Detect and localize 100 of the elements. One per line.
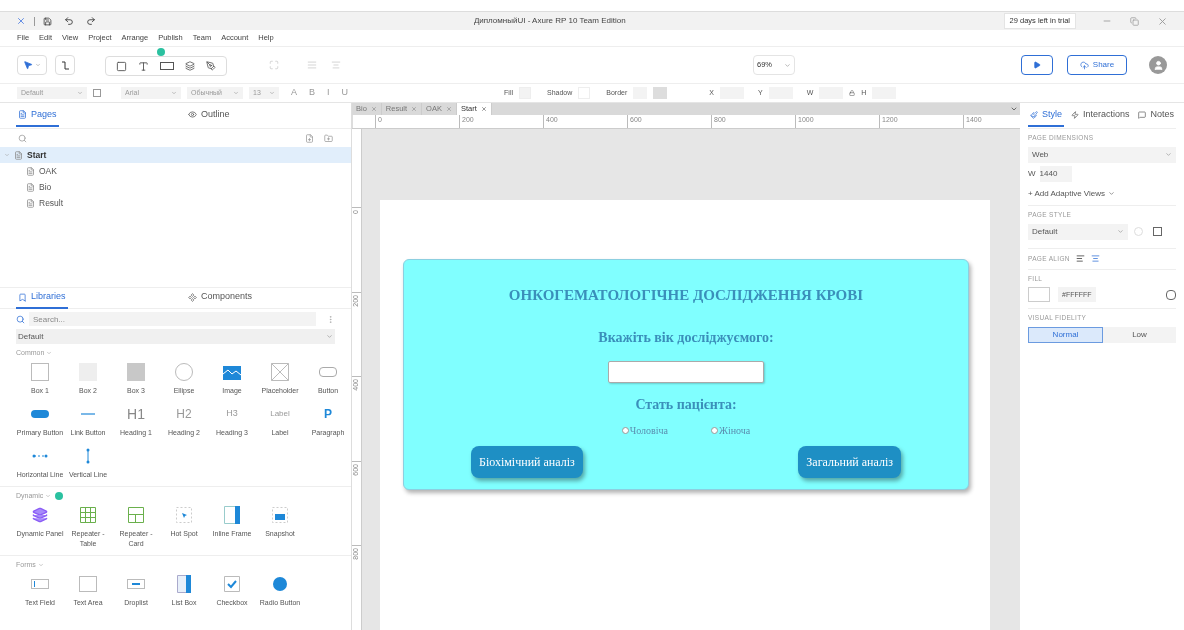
page-icon xyxy=(26,182,35,192)
add-adaptive-views-link[interactable]: + Add Adaptive Views xyxy=(1028,187,1176,200)
line-icon xyxy=(32,454,48,458)
caret-icon[interactable] xyxy=(326,333,333,340)
align-icon[interactable] xyxy=(307,60,317,70)
sex-prompt: Стать пацієнта: xyxy=(635,395,737,414)
hotspot-icon xyxy=(176,507,192,523)
color-swatch[interactable] xyxy=(1028,287,1050,303)
rectangle-icon[interactable] xyxy=(115,60,127,72)
w-label: W xyxy=(1028,167,1036,180)
border-swatch[interactable] xyxy=(653,87,668,99)
panel-tab[interactable]: Style xyxy=(1028,104,1064,127)
frame-icon xyxy=(224,506,240,524)
text-area-icon xyxy=(79,576,97,592)
box-icon xyxy=(31,363,49,381)
page-item[interactable]: Bio xyxy=(0,179,351,195)
button-icon xyxy=(319,367,337,377)
align-left-icon[interactable] xyxy=(1075,254,1085,263)
style-button[interactable] xyxy=(93,89,101,97)
list-box-icon xyxy=(177,575,191,593)
layers-icon[interactable] xyxy=(185,61,196,71)
play-icon xyxy=(1033,61,1041,69)
panel-tab[interactable]: Pages xyxy=(16,104,59,127)
age-input[interactable] xyxy=(608,360,764,383)
avatar-icon[interactable] xyxy=(1149,56,1167,74)
panel-tab[interactable]: Libraries xyxy=(16,287,68,309)
text-field-icon xyxy=(31,579,49,589)
layers-icon xyxy=(32,507,48,523)
restore-icon[interactable] xyxy=(1130,16,1139,26)
caret-icon[interactable] xyxy=(784,61,791,69)
grid-icon xyxy=(80,507,96,523)
style-icon[interactable] xyxy=(1153,227,1162,236)
page-icon xyxy=(18,110,27,119)
page-item[interactable]: OAK xyxy=(0,163,351,179)
close-icon[interactable] xyxy=(445,106,452,112)
panel-tab[interactable]: Outline xyxy=(186,104,232,127)
box-icon xyxy=(127,363,145,381)
heading-glyph: Label xyxy=(270,408,290,420)
panel-tab[interactable]: Interactions xyxy=(1069,104,1132,127)
save-icon[interactable] xyxy=(43,16,52,26)
close-icon[interactable] xyxy=(480,106,487,112)
page-icon xyxy=(26,166,35,176)
fit-icon[interactable] xyxy=(269,60,279,70)
page-style-dropdown[interactable]: Default xyxy=(1028,223,1128,240)
widget-icon[interactable] xyxy=(159,62,174,70)
select-tool[interactable] xyxy=(17,55,47,75)
placeholder-icon xyxy=(271,363,289,381)
camera-icon xyxy=(272,507,288,523)
analysis-button[interactable]: Загальний аналіз xyxy=(798,445,901,478)
page-item[interactable]: Start xyxy=(0,147,351,163)
close-icon[interactable] xyxy=(1157,15,1168,27)
lock-icon[interactable] xyxy=(849,90,856,96)
add-folder-icon[interactable] xyxy=(324,133,333,143)
connector-tool[interactable] xyxy=(55,55,75,75)
form-title: ОНКОГЕМАТОЛОГІЧНЕ ДОСЛІДЖЕННЯ КРОВІ xyxy=(508,286,864,305)
close-icon[interactable] xyxy=(411,106,418,112)
preview-button[interactable] xyxy=(1021,55,1053,75)
link-icon xyxy=(81,413,95,415)
page-icon xyxy=(26,198,35,208)
device-dropdown[interactable]: Web xyxy=(1028,146,1176,163)
grid-icon xyxy=(128,507,144,523)
pen-icon[interactable] xyxy=(206,61,217,71)
search-icon[interactable] xyxy=(18,133,27,143)
droplist-icon xyxy=(127,579,145,589)
library-dropdown[interactable]: Default xyxy=(16,329,335,344)
more-icon[interactable] xyxy=(326,314,335,324)
heading-glyph: H1 xyxy=(127,404,145,424)
width-field[interactable]: 1440 xyxy=(1039,165,1072,182)
caret-icon[interactable] xyxy=(1010,105,1018,113)
button-icon xyxy=(31,410,49,418)
cloud-upload-icon xyxy=(1079,60,1089,70)
pointer-icon xyxy=(23,60,33,70)
panel-tab[interactable]: Notes xyxy=(1136,104,1176,127)
page-icon xyxy=(14,150,23,160)
page-item[interactable]: Result xyxy=(0,195,351,211)
components-icon xyxy=(188,292,197,302)
text-icon[interactable] xyxy=(137,60,149,72)
close-icon[interactable] xyxy=(370,106,377,112)
panel-tab[interactable]: Components xyxy=(186,287,255,309)
fidelity-option[interactable]: Low xyxy=(1103,327,1176,343)
analysis-button[interactable]: Біохімічний аналіз xyxy=(471,445,583,478)
align-center-icon[interactable] xyxy=(1090,254,1100,263)
share-button[interactable]: Share xyxy=(1067,55,1127,75)
caret-icon[interactable] xyxy=(1117,228,1124,235)
search-icon xyxy=(16,314,25,324)
bookmark-icon xyxy=(18,292,27,302)
align-icon[interactable] xyxy=(331,60,341,70)
line-icon xyxy=(86,448,90,464)
window-title: ДипломныйUI - Axure RP 10 Team Edition xyxy=(473,15,626,27)
redo-icon[interactable] xyxy=(86,16,96,26)
add-page-icon[interactable] xyxy=(305,133,314,143)
library-search-field[interactable]: Search... xyxy=(29,312,316,326)
connector-icon xyxy=(60,60,70,70)
undo-icon[interactable] xyxy=(64,16,74,26)
fidelity-option[interactable]: Normal xyxy=(1028,327,1103,343)
note-icon xyxy=(1138,110,1147,119)
caret-icon[interactable] xyxy=(1165,151,1172,159)
image-icon xyxy=(223,364,241,380)
app-logo-icon xyxy=(16,16,26,26)
caret-icon xyxy=(46,350,53,356)
